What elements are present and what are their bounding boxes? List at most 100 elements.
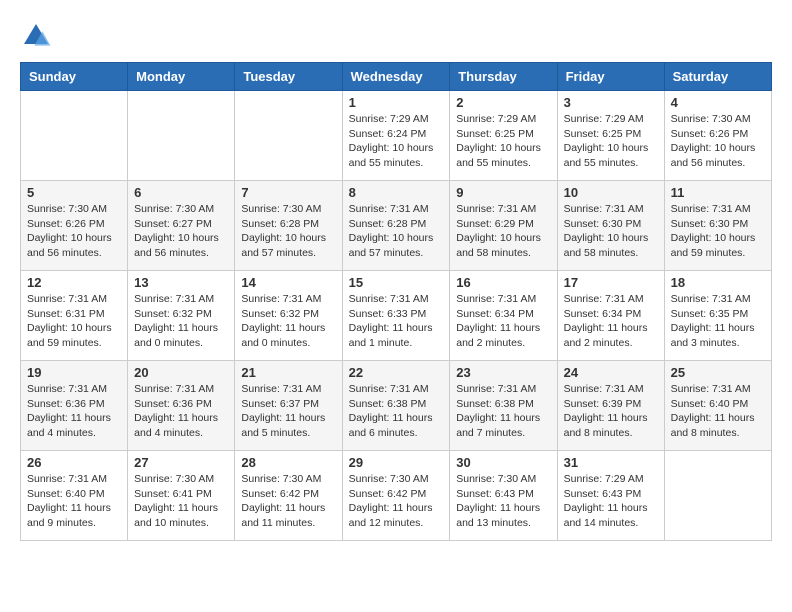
day-info: Sunrise: 7:30 AMSunset: 6:42 PMDaylight:… (241, 472, 335, 531)
days-header-row: SundayMondayTuesdayWednesdayThursdayFrid… (21, 63, 772, 91)
calendar-week-row: 1 Sunrise: 7:29 AMSunset: 6:24 PMDaylight… (21, 91, 772, 181)
day-number: 31 (564, 455, 658, 470)
calendar-cell: 24Sunrise: 7:31 AMSunset: 6:39 PMDayligh… (557, 361, 664, 451)
day-number: 28 (241, 455, 335, 470)
calendar-cell: 21 Sunrise: 7:31 AMSunset: 6:37 PMDayligh… (235, 361, 342, 451)
day-number: 20 (134, 365, 228, 380)
day-header-saturday: Saturday (664, 63, 771, 91)
calendar-cell: 11Sunrise: 7:31 AMSunset: 6:30 PMDayligh… (664, 181, 771, 271)
calendar-cell: 14 Sunrise: 7:31 AMSunset: 6:32 PMDayligh… (235, 271, 342, 361)
calendar-cell: 17 Sunrise: 7:31 AMSunset: 6:34 PMDayligh… (557, 271, 664, 361)
day-header-monday: Monday (128, 63, 235, 91)
day-info: Sunrise: 7:31 AMSunset: 6:40 PMDaylight:… (27, 472, 121, 531)
day-number: 7 (241, 185, 335, 200)
day-header-friday: Friday (557, 63, 664, 91)
calendar-cell: 4Sunrise: 7:30 AMSunset: 6:26 PMDaylight… (664, 91, 771, 181)
day-number: 8 (349, 185, 444, 200)
day-info: Sunrise: 7:31 AMSunset: 6:34 PMDaylight:… (564, 292, 658, 351)
calendar-cell: 22 Sunrise: 7:31 AMSunset: 6:38 PMDayligh… (342, 361, 450, 451)
calendar-cell (21, 91, 128, 181)
calendar-week-row: 19 Sunrise: 7:31 AMSunset: 6:36 PMDayligh… (21, 361, 772, 451)
day-info: Sunrise: 7:31 AMSunset: 6:38 PMDaylight:… (349, 382, 444, 441)
day-info: Sunrise: 7:30 AMSunset: 6:42 PMDaylight:… (349, 472, 444, 531)
day-number: 13 (134, 275, 228, 290)
day-number: 18 (671, 275, 765, 290)
day-number: 1 (349, 95, 444, 110)
day-info: Sunrise: 7:29 AMSunset: 6:43 PMDaylight:… (564, 472, 658, 531)
calendar-cell: 13 Sunrise: 7:31 AMSunset: 6:32 PMDayligh… (128, 271, 235, 361)
day-info: Sunrise: 7:31 AMSunset: 6:34 PMDaylight:… (456, 292, 550, 351)
calendar-cell: 27 Sunrise: 7:30 AMSunset: 6:41 PMDayligh… (128, 451, 235, 541)
day-info: Sunrise: 7:31 AMSunset: 6:37 PMDaylight:… (241, 382, 335, 441)
calendar-week-row: 26 Sunrise: 7:31 AMSunset: 6:40 PMDayligh… (21, 451, 772, 541)
calendar-cell: 7 Sunrise: 7:30 AMSunset: 6:28 PMDaylight… (235, 181, 342, 271)
calendar-cell: 29 Sunrise: 7:30 AMSunset: 6:42 PMDayligh… (342, 451, 450, 541)
day-info: Sunrise: 7:31 AMSunset: 6:32 PMDaylight:… (134, 292, 228, 351)
day-info: Sunrise: 7:31 AMSunset: 6:36 PMDaylight:… (27, 382, 121, 441)
calendar-cell: 28 Sunrise: 7:30 AMSunset: 6:42 PMDayligh… (235, 451, 342, 541)
day-info: Sunrise: 7:31 AMSunset: 6:36 PMDaylight:… (134, 382, 228, 441)
day-number: 27 (134, 455, 228, 470)
day-number: 2 (456, 95, 550, 110)
day-number: 9 (456, 185, 550, 200)
day-number: 21 (241, 365, 335, 380)
logo (20, 20, 58, 52)
calendar-cell: 25 Sunrise: 7:31 AMSunset: 6:40 PMDayligh… (664, 361, 771, 451)
day-number: 25 (671, 365, 765, 380)
calendar-cell: 8 Sunrise: 7:31 AMSunset: 6:28 PMDaylight… (342, 181, 450, 271)
day-info: Sunrise: 7:31 AMSunset: 6:31 PMDaylight:… (27, 292, 121, 351)
day-info: Sunrise: 7:31 AMSunset: 6:28 PMDaylight:… (349, 202, 444, 261)
day-number: 26 (27, 455, 121, 470)
calendar-cell: 10 Sunrise: 7:31 AMSunset: 6:30 PMDayligh… (557, 181, 664, 271)
day-number: 22 (349, 365, 444, 380)
page-header (20, 20, 772, 52)
day-number: 4 (671, 95, 765, 110)
logo-icon (20, 20, 52, 52)
day-info: Sunrise: 7:29 AMSunset: 6:25 PMDaylight:… (456, 112, 550, 171)
calendar-cell: 31 Sunrise: 7:29 AMSunset: 6:43 PMDayligh… (557, 451, 664, 541)
day-number: 29 (349, 455, 444, 470)
day-number: 14 (241, 275, 335, 290)
day-info: Sunrise: 7:31 AMSunset: 6:39 PMDaylight:… (564, 382, 658, 441)
day-header-sunday: Sunday (21, 63, 128, 91)
calendar-cell (128, 91, 235, 181)
day-number: 17 (564, 275, 658, 290)
calendar-week-row: 5Sunrise: 7:30 AMSunset: 6:26 PMDaylight… (21, 181, 772, 271)
day-info: Sunrise: 7:31 AMSunset: 6:29 PMDaylight:… (456, 202, 550, 261)
calendar-cell: 19 Sunrise: 7:31 AMSunset: 6:36 PMDayligh… (21, 361, 128, 451)
calendar-cell: 26 Sunrise: 7:31 AMSunset: 6:40 PMDayligh… (21, 451, 128, 541)
day-number: 10 (564, 185, 658, 200)
calendar-cell: 2 Sunrise: 7:29 AMSunset: 6:25 PMDaylight… (450, 91, 557, 181)
calendar-cell: 12Sunrise: 7:31 AMSunset: 6:31 PMDayligh… (21, 271, 128, 361)
calendar-cell: 30 Sunrise: 7:30 AMSunset: 6:43 PMDayligh… (450, 451, 557, 541)
day-number: 16 (456, 275, 550, 290)
day-info: Sunrise: 7:31 AMSunset: 6:40 PMDaylight:… (671, 382, 765, 441)
day-info: Sunrise: 7:30 AMSunset: 6:28 PMDaylight:… (241, 202, 335, 261)
day-info: Sunrise: 7:30 AMSunset: 6:41 PMDaylight:… (134, 472, 228, 531)
day-info: Sunrise: 7:31 AMSunset: 6:35 PMDaylight:… (671, 292, 765, 351)
day-number: 3 (564, 95, 658, 110)
calendar-table: SundayMondayTuesdayWednesdayThursdayFrid… (20, 62, 772, 541)
calendar-cell: 23 Sunrise: 7:31 AMSunset: 6:38 PMDayligh… (450, 361, 557, 451)
day-info: Sunrise: 7:31 AMSunset: 6:30 PMDaylight:… (564, 202, 658, 261)
calendar-cell: 6 Sunrise: 7:30 AMSunset: 6:27 PMDaylight… (128, 181, 235, 271)
day-header-tuesday: Tuesday (235, 63, 342, 91)
calendar-cell: 3Sunrise: 7:29 AMSunset: 6:25 PMDaylight… (557, 91, 664, 181)
day-info: Sunrise: 7:30 AMSunset: 6:43 PMDaylight:… (456, 472, 550, 531)
day-header-thursday: Thursday (450, 63, 557, 91)
day-header-wednesday: Wednesday (342, 63, 450, 91)
day-info: Sunrise: 7:29 AMSunset: 6:24 PMDaylight:… (349, 112, 444, 171)
day-number: 19 (27, 365, 121, 380)
day-number: 23 (456, 365, 550, 380)
day-number: 30 (456, 455, 550, 470)
day-info: Sunrise: 7:30 AMSunset: 6:27 PMDaylight:… (134, 202, 228, 261)
day-info: Sunrise: 7:31 AMSunset: 6:33 PMDaylight:… (349, 292, 444, 351)
day-info: Sunrise: 7:30 AMSunset: 6:26 PMDaylight:… (27, 202, 121, 261)
day-info: Sunrise: 7:31 AMSunset: 6:32 PMDaylight:… (241, 292, 335, 351)
day-number: 11 (671, 185, 765, 200)
calendar-cell (664, 451, 771, 541)
day-number: 15 (349, 275, 444, 290)
calendar-week-row: 12Sunrise: 7:31 AMSunset: 6:31 PMDayligh… (21, 271, 772, 361)
day-info: Sunrise: 7:31 AMSunset: 6:38 PMDaylight:… (456, 382, 550, 441)
day-number: 6 (134, 185, 228, 200)
